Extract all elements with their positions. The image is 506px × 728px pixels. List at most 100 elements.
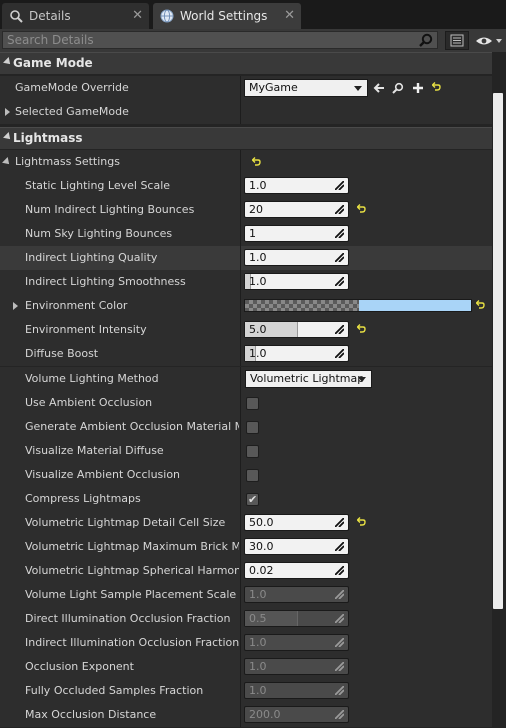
property-label: Volume Light Sample Placement Scale <box>25 588 237 601</box>
checkbox[interactable] <box>246 397 259 410</box>
numeric-value: 1.0 <box>249 251 267 264</box>
property-row: Fully Occluded Samples Fraction 1.0 <box>0 679 492 703</box>
property-row-gamemode-override: GameMode Override MyGame <box>0 76 492 100</box>
alpha-checker-swatch <box>245 300 359 311</box>
checkmark-icon: ✔ <box>248 493 258 506</box>
property-row: Volume Lighting Method Volumetric Lightma… <box>0 367 492 391</box>
combo-value: Volumetric Lightmap <box>250 372 365 385</box>
browse-search-icon[interactable] <box>392 82 404 94</box>
property-row: Num Indirect Lighting Bounces 20 <box>0 198 492 222</box>
reset-to-default-icon[interactable] <box>252 157 261 166</box>
numeric-value: 1.0 <box>249 588 267 601</box>
combo-value: MyGame <box>249 81 298 94</box>
checkbox[interactable] <box>246 445 259 458</box>
checkbox[interactable] <box>246 469 259 482</box>
eye-visibility-icon[interactable] <box>475 34 503 48</box>
numeric-value: 1.0 <box>249 660 267 673</box>
property-label: Visualize Material Diffuse <box>25 444 164 457</box>
property-label: Num Sky Lighting Bounces <box>25 227 173 240</box>
drag-resize-icon <box>335 638 344 647</box>
search-input[interactable] <box>7 32 407 48</box>
numeric-value: 50.0 <box>249 516 274 529</box>
property-row: Environment Intensity 5.0 <box>0 318 492 342</box>
property-row: Static Lighting Level Scale 1.0 <box>0 174 492 198</box>
property-row: Indirect Lighting Smoothness 1.0 <box>0 270 492 294</box>
environment-color-picker[interactable] <box>244 299 472 312</box>
tab-world-settings[interactable]: World Settings ✕ <box>153 3 301 29</box>
details-search-icon <box>10 10 23 23</box>
volume-lighting-method-combo[interactable]: Volumetric Lightmap <box>245 370 372 388</box>
numeric-value: 1.0 <box>249 275 267 288</box>
tab-world-settings-close-icon[interactable]: ✕ <box>284 8 295 23</box>
reset-to-default-icon[interactable] <box>357 324 366 333</box>
reset-to-default-icon[interactable] <box>432 82 441 91</box>
view-options-button[interactable] <box>445 31 469 50</box>
numeric-value: 1 <box>249 227 256 240</box>
property-row: Volumetric Lightmap Detail Cell Size 50.0 <box>0 511 492 535</box>
collapse-arrow-icon <box>3 132 13 142</box>
property-row: Max Occlusion Distance 200.0 <box>0 703 492 727</box>
property-row-lightmass-settings[interactable]: Lightmass Settings <box>0 150 492 174</box>
numeric-spinbox[interactable]: 20 <box>244 201 349 218</box>
category-game-mode[interactable]: Game Mode <box>0 52 506 74</box>
drag-resize-icon <box>335 590 344 599</box>
property-label: Environment Color <box>25 299 128 312</box>
numeric-spinbox[interactable]: 50.0 <box>244 514 349 531</box>
numeric-spinbox: 1.0 <box>244 682 349 699</box>
property-row-selected-gamemode[interactable]: Selected GameMode <box>0 100 492 124</box>
property-row: Volumetric Lightmap Spherical Harmonic S… <box>0 559 492 583</box>
numeric-spinbox[interactable]: 1.0 <box>244 345 349 362</box>
expand-arrow-icon[interactable] <box>13 302 18 310</box>
drag-resize-icon <box>335 662 344 671</box>
property-label: Indirect Lighting Smoothness <box>25 275 186 288</box>
checkbox[interactable]: ✔ <box>246 493 259 506</box>
numeric-spinbox[interactable]: 1.0 <box>244 249 349 266</box>
property-label: GameMode Override <box>15 81 129 94</box>
reset-to-default-icon[interactable] <box>476 300 485 309</box>
gamemode-override-combo[interactable]: MyGame <box>244 79 368 97</box>
chevron-down-icon <box>354 86 362 91</box>
numeric-value: 20 <box>249 203 263 216</box>
category-lightmass[interactable]: Lightmass <box>0 127 506 149</box>
expand-arrow-icon[interactable] <box>5 108 10 116</box>
checkbox[interactable] <box>246 421 259 434</box>
property-label: Environment Intensity <box>25 323 147 336</box>
numeric-spinbox[interactable]: 1.0 <box>244 177 349 194</box>
tab-details-close-icon[interactable]: ✕ <box>132 8 143 23</box>
numeric-value: 30.0 <box>249 540 274 553</box>
property-label: Indirect Lighting Quality <box>25 251 158 264</box>
property-row: Use Ambient Occlusion <box>0 391 492 415</box>
numeric-spinbox[interactable]: 5.0 <box>244 321 349 338</box>
reset-to-default-icon[interactable] <box>357 517 366 526</box>
property-label: Volume Lighting Method <box>25 372 159 385</box>
reset-to-default-icon[interactable] <box>357 204 366 213</box>
numeric-spinbox[interactable]: 0.02 <box>244 562 349 579</box>
chevron-down-icon <box>358 377 366 382</box>
tab-details[interactable]: Details ✕ <box>2 3 149 29</box>
collapse-arrow-icon <box>3 57 13 67</box>
search-icon[interactable] <box>419 33 433 47</box>
numeric-spinbox[interactable]: 1.0 <box>244 273 349 290</box>
property-row: Direct Illumination Occlusion Fraction 0.… <box>0 607 492 631</box>
numeric-spinbox[interactable]: 1 <box>244 225 349 242</box>
drag-resize-icon <box>335 710 344 719</box>
property-label: Volumetric Lightmap Maximum Brick Memory <box>25 540 239 553</box>
property-row: Visualize Material Diffuse <box>0 439 492 463</box>
numeric-value: 1.0 <box>249 636 267 649</box>
property-row: Compress Lightmaps ✔ <box>0 487 492 511</box>
numeric-value: 1.0 <box>249 347 267 360</box>
property-row: Generate Ambient Occlusion Material Mask <box>0 415 492 439</box>
tab-bar: Details ✕ World Settings ✕ <box>0 0 506 29</box>
numeric-value: 0.5 <box>249 612 267 625</box>
property-label: Num Indirect Lighting Bounces <box>25 203 195 216</box>
numeric-spinbox[interactable]: 30.0 <box>244 538 349 555</box>
scrollbar-thumb[interactable] <box>493 93 503 609</box>
numeric-spinbox: 1.0 <box>244 658 349 675</box>
numeric-value: 200.0 <box>249 708 281 721</box>
add-plus-icon[interactable] <box>412 82 424 94</box>
use-selected-arrow-icon[interactable] <box>373 82 385 94</box>
collapse-arrow-icon[interactable] <box>2 157 12 167</box>
property-row: Num Sky Lighting Bounces 1 <box>0 222 492 246</box>
category-game-mode-label: Game Mode <box>13 56 93 70</box>
property-label: Use Ambient Occlusion <box>25 396 153 409</box>
